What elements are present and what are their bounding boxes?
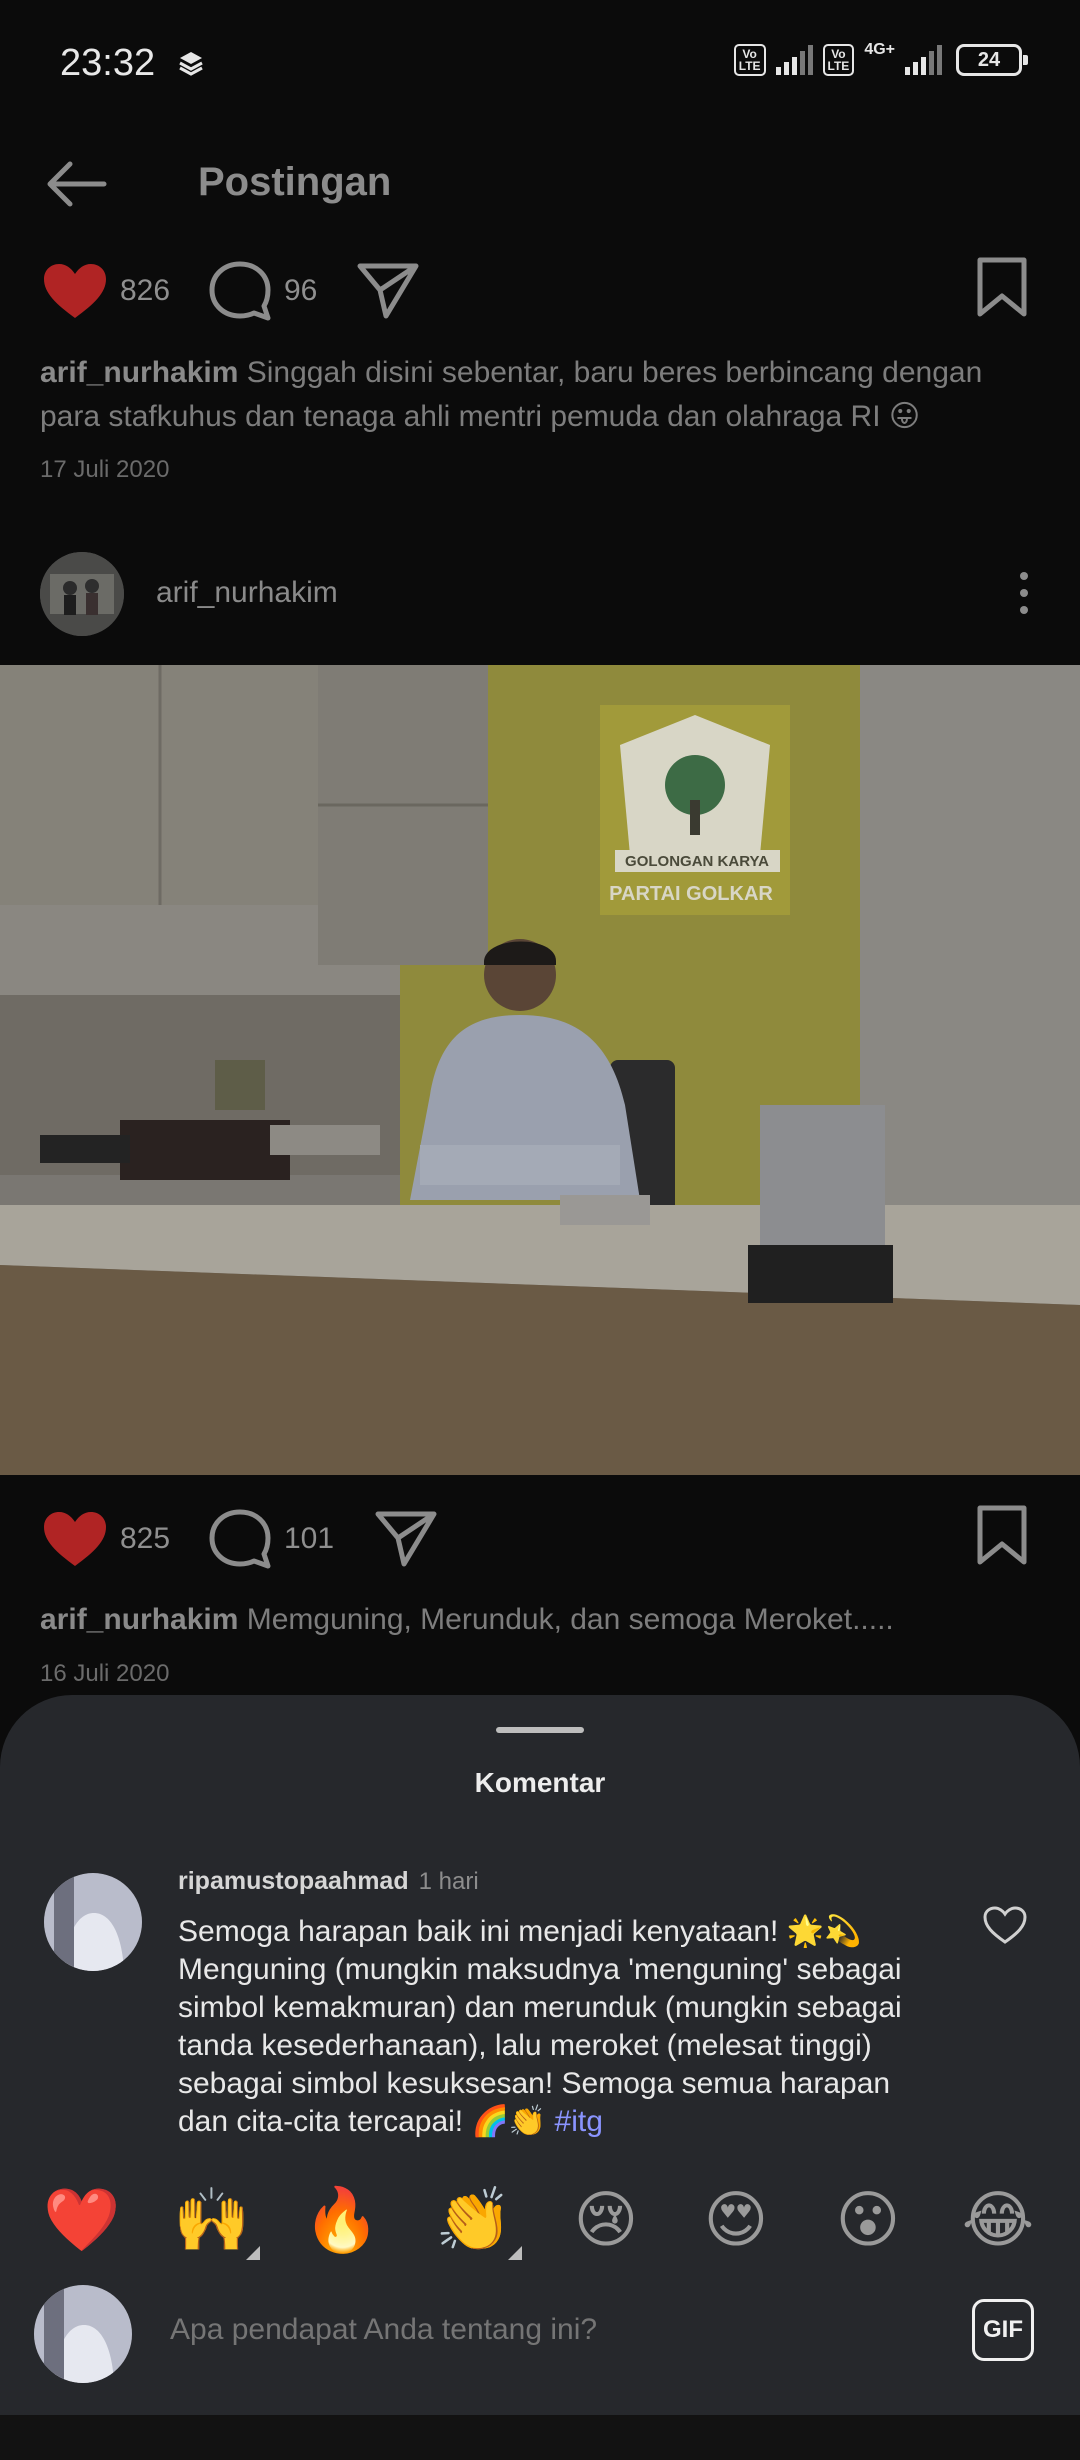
bookmark-icon[interactable] bbox=[976, 1504, 1028, 1566]
my-avatar bbox=[34, 2285, 132, 2383]
avatar[interactable] bbox=[40, 552, 124, 636]
send-icon[interactable] bbox=[356, 260, 420, 320]
hashtag-link[interactable]: #itg bbox=[555, 2105, 603, 2138]
reaction-clap[interactable]: 👏 bbox=[434, 2180, 522, 2260]
reaction-heart[interactable]: ❤️ bbox=[42, 2180, 122, 2260]
status-bar: 23:32 Vo LTE Vo LTE 4G+ 24 bbox=[0, 0, 1080, 130]
comment-input-row: GIF bbox=[0, 2285, 1080, 2395]
comment-text: Semoga harapan baik ini menjadi kenyataa… bbox=[178, 1913, 948, 2141]
comment-icon[interactable] bbox=[208, 1508, 272, 1572]
comment-count: 101 bbox=[284, 1522, 335, 1555]
comment-icon[interactable] bbox=[208, 260, 272, 324]
more-options-icon[interactable] bbox=[1018, 570, 1030, 616]
caption-username[interactable]: arif_nurhakim bbox=[40, 356, 238, 389]
reaction-raised-hands-glyph: 🙌 bbox=[173, 2183, 251, 2256]
reaction-raised-hands[interactable]: 🙌 bbox=[172, 2180, 260, 2260]
volte-badge: Vo LTE bbox=[733, 44, 766, 76]
sheet-title: Komentar bbox=[474, 1767, 606, 1798]
comment-username-text[interactable]: ripamustopaahmad bbox=[178, 1867, 409, 1895]
heart-outline-icon[interactable] bbox=[982, 1905, 1028, 1945]
comment-count: 96 bbox=[284, 274, 318, 307]
volte-badge-2: Vo LTE bbox=[822, 44, 855, 76]
caption-username[interactable]: arif_nurhakim bbox=[40, 1603, 238, 1636]
post-photo[interactable]: GOLONGAN KARYA PARTAI GOLKAR bbox=[0, 665, 1080, 1475]
reaction-heart-eyes[interactable]: 😍 bbox=[696, 2180, 776, 2260]
quick-reactions: ❤️ 🙌 🔥 👏 😢 😍 😮 😂 bbox=[0, 2180, 1080, 2260]
post-actions: 825 101 bbox=[0, 1498, 1080, 1578]
network-type: 4G+ bbox=[864, 41, 895, 58]
reaction-cry[interactable]: 😢 bbox=[566, 2180, 646, 2260]
arrow-left-icon[interactable] bbox=[40, 156, 110, 212]
layers-icon bbox=[179, 52, 203, 76]
drag-handle[interactable] bbox=[496, 1727, 584, 1733]
caption-text: Memguning, Merunduk, dan semoga Meroket.… bbox=[246, 1603, 894, 1636]
battery-icon: 24 bbox=[956, 44, 1028, 76]
commenter-avatar[interactable] bbox=[44, 1873, 142, 1971]
photo-sign-line2: PARTAI GOLKAR bbox=[609, 883, 773, 905]
post-caption-prev: arif_nurhakim Singgah disini sebentar, b… bbox=[40, 351, 1040, 439]
post-actions-prev: 826 96 bbox=[0, 250, 1080, 330]
post-username[interactable]: arif_nurhakim bbox=[156, 576, 338, 610]
like-count: 826 bbox=[120, 274, 171, 307]
post-date-prev: 17 Juli 2020 bbox=[40, 456, 170, 483]
gif-button[interactable]: GIF bbox=[972, 2299, 1034, 2361]
system-nav-bar bbox=[0, 2415, 1080, 2460]
comment-username[interactable]: ripamustopaahmad 1 hari bbox=[178, 1867, 479, 1896]
photo-sign-line1: GOLONGAN KARYA bbox=[625, 853, 769, 870]
reaction-clap-glyph: 👏 bbox=[435, 2183, 513, 2256]
comment-body: Semoga harapan baik ini menjadi kenyataa… bbox=[178, 1915, 902, 2138]
post-header: arif_nurhakim bbox=[0, 548, 1080, 638]
status-time: 23:32 bbox=[60, 42, 156, 84]
post-date: 16 Juli 2020 bbox=[40, 1660, 170, 1687]
variant-corner-icon bbox=[246, 2246, 260, 2260]
send-icon[interactable] bbox=[374, 1508, 438, 1568]
comments-sheet: Komentar ripamustopaahmad 1 hari Semoga h… bbox=[0, 1695, 1080, 2460]
signal-icon-2 bbox=[905, 45, 942, 75]
comment-input[interactable] bbox=[170, 2313, 930, 2347]
heart-filled-icon[interactable] bbox=[42, 1510, 108, 1568]
reaction-fire[interactable]: 🔥 bbox=[302, 2180, 382, 2260]
heart-filled-icon[interactable] bbox=[42, 262, 108, 320]
like-count: 825 bbox=[120, 1522, 171, 1555]
reaction-laugh[interactable]: 😂 bbox=[958, 2180, 1038, 2260]
bookmark-icon[interactable] bbox=[976, 256, 1028, 318]
comment-time: 1 hari bbox=[418, 1868, 479, 1895]
post-caption: arif_nurhakim Memguning, Merunduk, dan s… bbox=[40, 1598, 1040, 1642]
reaction-surprised[interactable]: 😮 bbox=[828, 2180, 908, 2260]
page-title: Postingan bbox=[198, 160, 392, 204]
top-bar: Postingan bbox=[0, 140, 1080, 230]
variant-corner-icon bbox=[508, 2246, 522, 2260]
signal-icon bbox=[775, 45, 813, 75]
